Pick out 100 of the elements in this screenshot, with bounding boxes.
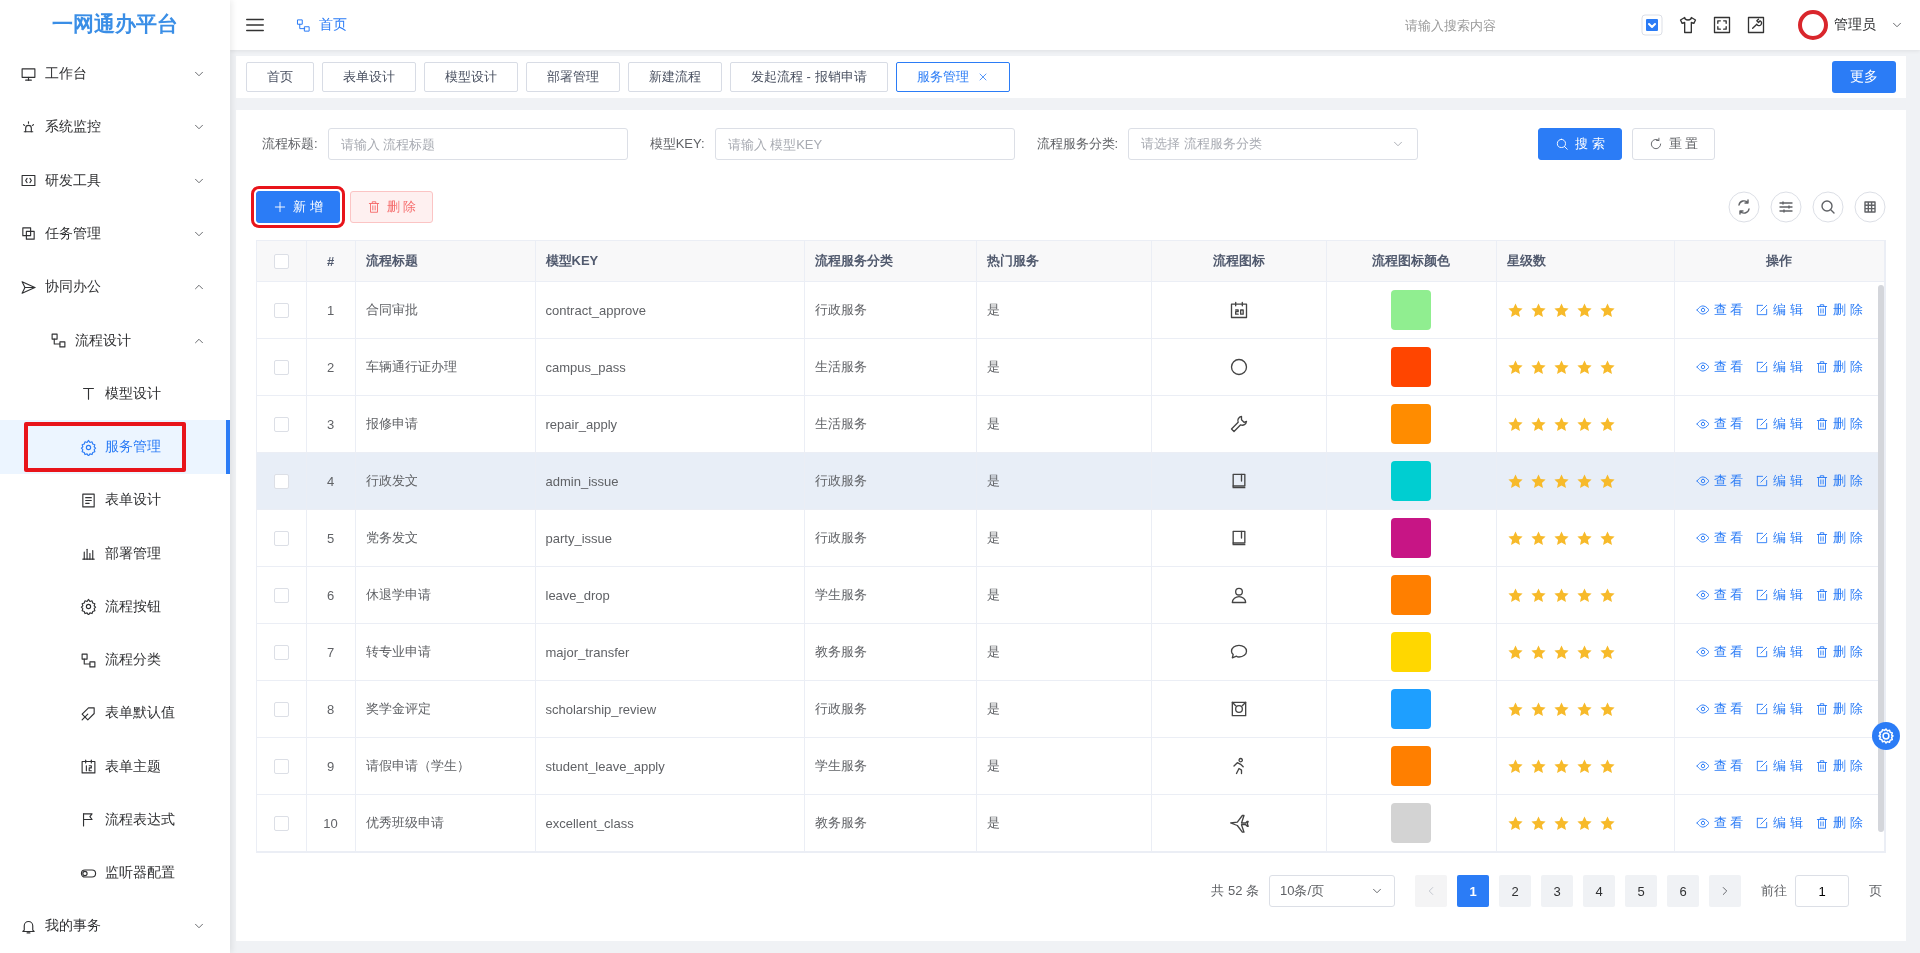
tool-icon[interactable] <box>1746 15 1766 35</box>
action-link[interactable]: 查 看 <box>1695 528 1744 547</box>
sidebar-item[interactable]: 监听器配置 <box>0 846 230 900</box>
breadcrumb-link[interactable]: 首页 <box>319 16 347 34</box>
table-row[interactable]: 7 转专业申请 major_transfer 教务服务 是 查 看 编 辑 删 除 <box>257 623 1885 681</box>
action-link[interactable]: 编 辑 <box>1755 414 1804 433</box>
row-checkbox[interactable] <box>273 303 289 319</box>
sidebar-item[interactable]: 表单主题 <box>0 740 230 794</box>
search-icon[interactable] <box>1812 191 1844 223</box>
search-field[interactable]: 请输入搜索内容 <box>1348 16 1552 34</box>
sidebar-item[interactable]: 我的事务 <box>0 899 230 953</box>
action-link[interactable]: 查 看 <box>1695 471 1744 490</box>
action-link[interactable]: 删 除 <box>1815 528 1863 547</box>
sidebar-item[interactable]: 表单默认值 <box>0 686 230 740</box>
tab[interactable]: 新建流程 <box>628 62 722 92</box>
page-button[interactable]: 4 <box>1583 875 1615 907</box>
sidebar-item[interactable]: 协同办公 <box>0 260 230 314</box>
sidebar-item[interactable]: 流程设计 <box>0 313 230 368</box>
row-checkbox[interactable] <box>273 759 289 775</box>
row-checkbox[interactable] <box>273 360 289 376</box>
filter-settings-icon[interactable] <box>1770 191 1802 223</box>
shirt-icon[interactable] <box>1678 15 1698 35</box>
page-button[interactable]: 5 <box>1625 875 1657 907</box>
sidebar-item[interactable]: 部署管理 <box>0 526 230 581</box>
action-link[interactable]: 编 辑 <box>1755 585 1804 604</box>
row-checkbox[interactable] <box>273 474 289 490</box>
action-link[interactable]: 编 辑 <box>1755 756 1804 775</box>
user-name[interactable]: 管理员 <box>1834 16 1876 34</box>
row-checkbox[interactable] <box>273 816 289 832</box>
action-link[interactable]: 查 看 <box>1695 300 1744 319</box>
sidebar-item[interactable]: 工作台 <box>0 47 230 101</box>
refresh-icon[interactable] <box>1728 191 1760 223</box>
action-link[interactable]: 查 看 <box>1695 699 1744 718</box>
action-link[interactable]: 删 除 <box>1815 699 1863 718</box>
action-link[interactable]: 查 看 <box>1695 813 1744 832</box>
row-checkbox[interactable] <box>273 531 289 547</box>
sidebar-item[interactable]: 流程按钮 <box>0 580 230 634</box>
table-row[interactable]: 8 奖学金评定 scholarship_review 行政服务 是 查 看 编 辑 删 除 <box>257 680 1885 738</box>
action-link[interactable]: 编 辑 <box>1755 642 1804 661</box>
select-all-checkbox[interactable] <box>273 254 289 270</box>
tab[interactable]: 首页 <box>246 62 314 92</box>
tab[interactable]: 表单设计 <box>322 62 416 92</box>
table-row[interactable]: 4 行政发文 admin_issue 行政服务 是 查 看 编 辑 删 除 <box>257 452 1885 510</box>
avatar[interactable] <box>1798 10 1828 40</box>
table-row[interactable]: 9 请假申请（学生） student_leave_apply 学生服务 是 查 看 编 辑 删 除 <box>257 737 1885 795</box>
action-link[interactable]: 编 辑 <box>1755 699 1804 718</box>
table-row[interactable]: 6 休退学申请 leave_drop 学生服务 是 查 看 编 辑 删 除 <box>257 566 1885 624</box>
action-link[interactable]: 编 辑 <box>1755 528 1804 547</box>
input-field[interactable]: 请输入 模型KEY <box>714 128 1015 160</box>
action-link[interactable]: 查 看 <box>1695 642 1744 661</box>
page-number-field[interactable]: 1 <box>1795 875 1849 907</box>
dropdown-checkbox-icon[interactable] <box>1640 13 1664 37</box>
sidebar-item[interactable]: 研发工具 <box>0 154 230 208</box>
action-link[interactable]: 删 除 <box>1815 585 1863 604</box>
action-link[interactable]: 删 除 <box>1815 471 1863 490</box>
table-row[interactable]: 1 合同审批 contract_approve 行政服务 是 查 看 编 辑 删 除 <box>257 281 1885 339</box>
tab[interactable]: 服务管理 <box>895 62 1010 92</box>
page-button[interactable]: 1 <box>1457 875 1489 907</box>
row-checkbox[interactable] <box>273 588 289 604</box>
table-row[interactable]: 10 优秀班级申请 excellent_class 教务服务 是 查 看 编 辑 删 除 <box>257 794 1885 852</box>
page-button[interactable]: 6 <box>1667 875 1699 907</box>
tab[interactable]: 模型设计 <box>424 62 518 92</box>
sidebar-item[interactable]: 服务管理 <box>0 420 230 474</box>
row-checkbox[interactable] <box>273 702 289 718</box>
action-link[interactable]: 编 辑 <box>1755 300 1804 319</box>
page-button[interactable]: 3 <box>1541 875 1573 907</box>
action-link[interactable]: 删 除 <box>1815 414 1863 433</box>
sidebar-item[interactable]: 系统监控 <box>0 100 230 155</box>
sidebar-item[interactable]: 流程分类 <box>0 633 230 687</box>
settings-icon[interactable] <box>1872 722 1900 750</box>
reset-button[interactable]: 重 置 <box>1631 128 1716 160</box>
action-link[interactable]: 删 除 <box>1815 300 1863 319</box>
sidebar-item[interactable]: 表单设计 <box>0 473 230 527</box>
row-checkbox[interactable] <box>273 645 289 661</box>
grid-icon[interactable] <box>1854 191 1886 223</box>
action-link[interactable]: 删 除 <box>1815 357 1863 376</box>
more-button[interactable]: 更多 <box>1832 61 1896 93</box>
fullscreen-icon[interactable] <box>1712 15 1732 35</box>
page-button[interactable]: 2 <box>1499 875 1531 907</box>
action-link[interactable]: 删 除 <box>1815 756 1863 775</box>
action-link[interactable]: 查 看 <box>1695 756 1744 775</box>
sidebar-item[interactable]: 流程表达式 <box>0 793 230 847</box>
sidebar-item[interactable]: 任务管理 <box>0 207 230 261</box>
action-link[interactable]: 删 除 <box>1815 813 1863 832</box>
page-size-select[interactable]: 10条/页 <box>1269 875 1395 907</box>
action-link[interactable]: 编 辑 <box>1755 813 1804 832</box>
action-link[interactable]: 查 看 <box>1695 357 1744 376</box>
scrollbar-thumb[interactable] <box>1878 285 1884 832</box>
row-checkbox[interactable] <box>273 417 289 433</box>
tab[interactable]: 部署管理 <box>526 62 620 92</box>
action-link[interactable]: 编 辑 <box>1755 471 1804 490</box>
tab[interactable]: 发起流程 - 报销申请 <box>730 62 888 92</box>
action-link[interactable]: 查 看 <box>1695 585 1744 604</box>
table-row[interactable]: 2 车辆通行证办理 campus_pass 生活服务 是 查 看 编 辑 删 除 <box>257 338 1885 396</box>
action-link[interactable]: 删 除 <box>1815 642 1863 661</box>
search-button[interactable]: 搜 索 <box>1538 128 1622 160</box>
input-field[interactable]: 请输入 流程标题 <box>327 128 628 160</box>
table-row[interactable]: 5 党务发文 party_issue 行政服务 是 查 看 编 辑 删 除 <box>257 509 1885 567</box>
action-link[interactable]: 编 辑 <box>1755 357 1804 376</box>
sidebar-item[interactable]: 模型设计 <box>0 367 230 421</box>
